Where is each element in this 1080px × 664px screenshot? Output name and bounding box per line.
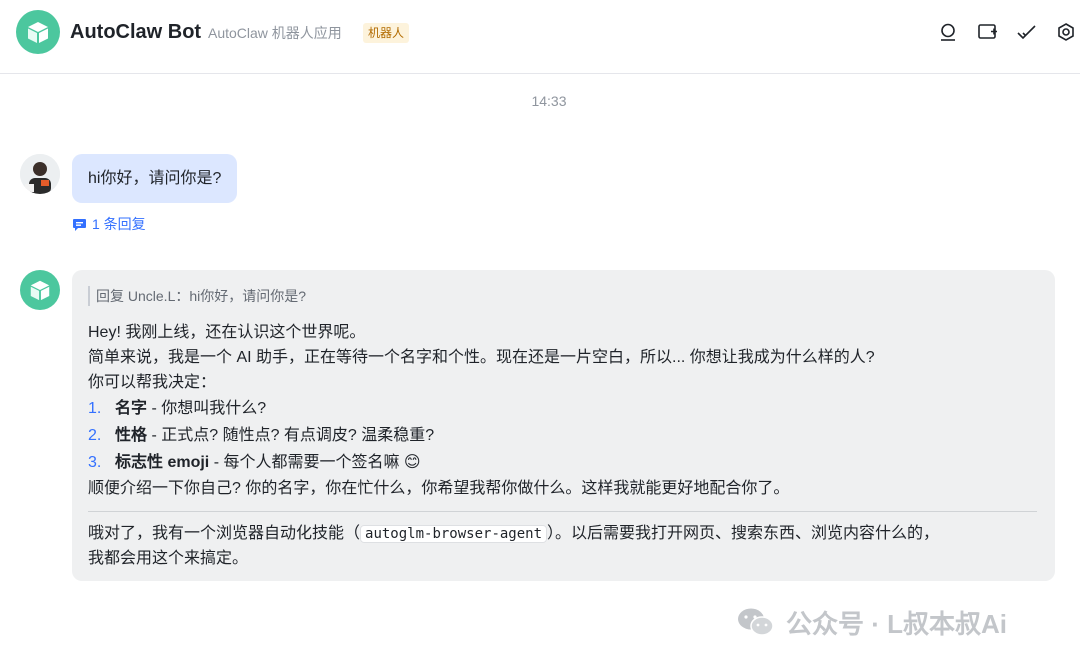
app-subtitle: AutoClaw 机器人应用 <box>208 25 342 41</box>
wechat-icon <box>738 608 774 636</box>
bot-avatar-icon[interactable] <box>20 270 60 310</box>
message-line: 顺便介绍一下你自己? 你的名字，你在忙什么，你希望我帮你做什么。这样我就能更好地… <box>88 480 790 497</box>
bot-message-body: Hey! 我刚上线，还在认识这个世界呢。 简单来说，我是一个 AI 助手，正在等… <box>88 320 1037 571</box>
message-line: 你可以帮我决定： <box>88 374 217 391</box>
bot-tag-badge: 机器人 <box>363 23 410 43</box>
search-icon[interactable] <box>936 20 960 44</box>
app-title: AutoClaw Bot <box>70 21 202 43</box>
inline-code: autoglm-browser-agent <box>360 525 548 543</box>
settings-icon[interactable] <box>1054 20 1078 44</box>
chat-header: AutoClaw Bot AutoClaw 机器人应用 机器人 <box>0 0 1080 74</box>
watermark: 公众号 · L叔本叔Ai <box>736 604 1007 640</box>
quoted-reply[interactable]: 回复 Uncle.L：hi你好，请问你是? <box>88 286 1037 306</box>
add-card-icon[interactable] <box>976 20 1000 44</box>
message-line: 简单来说，我是一个 AI 助手，正在等待一个名字和个性。现在还是一片空白，所以.… <box>88 349 875 366</box>
list-item: 2. 性格 - 正式点? 随性点? 有点调皮? 温柔稳重? <box>88 427 435 444</box>
user-avatar[interactable] <box>20 154 60 194</box>
message-line: Hey! 我刚上线，还在认识这个世界呢。 <box>88 324 366 341</box>
list-item: 1. 名字 - 你想叫我什么? <box>88 400 267 417</box>
message-line: 哦对了，我有一个浏览器自动化技能（ autoglm-browser-agent）。… <box>88 525 940 543</box>
reply-thread-link[interactable]: 1 条回复 <box>72 214 146 234</box>
message-line: 我都会用这个来搞定。 <box>88 550 249 567</box>
bot-message-bubble: 回复 Uncle.L：hi你好，请问你是? Hey! 我刚上线，还在认识这个世界… <box>72 270 1055 581</box>
comment-icon <box>73 218 86 231</box>
bot-avatar-icon[interactable] <box>16 10 60 54</box>
list-item: 3. 标志性 emoji - 每个人都需要一个签名嘛 😊 <box>88 454 421 471</box>
user-message-bubble: hi你好，请问你是? <box>72 154 238 203</box>
divider <box>88 511 1037 512</box>
check-icon[interactable] <box>1015 20 1039 44</box>
message-timestamp: 14:33 <box>531 93 567 109</box>
reply-count: 1 条回复 <box>92 216 146 232</box>
